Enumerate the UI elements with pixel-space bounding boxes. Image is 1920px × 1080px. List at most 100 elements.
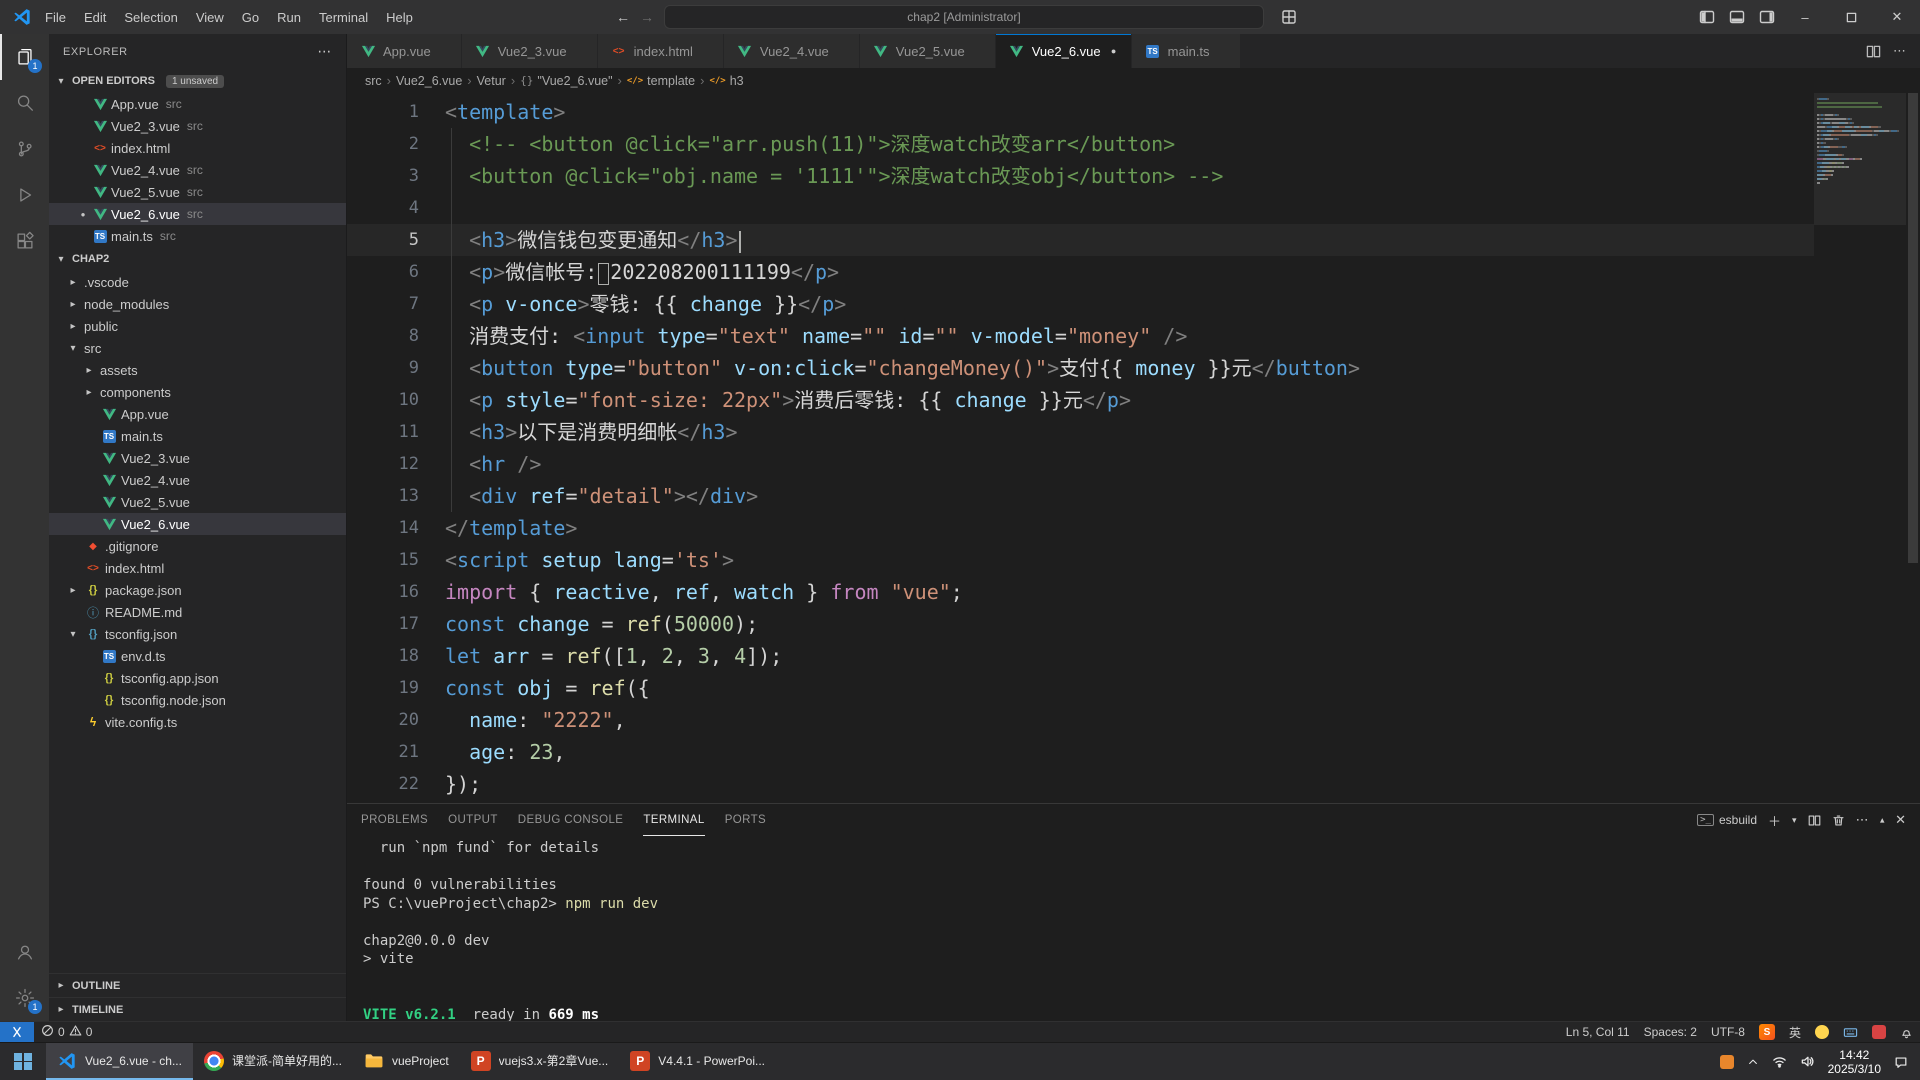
- terminal-profile[interactable]: >_ esbuild: [1697, 813, 1757, 827]
- split-terminal-icon[interactable]: [1808, 814, 1821, 827]
- tree-item-public[interactable]: ▸public: [49, 315, 346, 337]
- indentation-setting[interactable]: Spaces: 2: [1637, 1022, 1704, 1042]
- code-line-4[interactable]: 4: [347, 192, 1814, 224]
- remote-indicator[interactable]: [0, 1022, 34, 1042]
- close-panel-icon[interactable]: ✕: [1895, 812, 1906, 828]
- code-line-20[interactable]: 20 name: "2222",: [347, 704, 1814, 736]
- tab-Vue2_5.vue[interactable]: Vue2_5.vue: [860, 34, 996, 68]
- open-editor-Vue2_6.vue[interactable]: ●Vue2_6.vuesrc: [49, 203, 346, 225]
- tab-Vue2_3.vue[interactable]: Vue2_3.vue: [462, 34, 598, 68]
- search-icon[interactable]: [0, 80, 49, 126]
- toggle-sidebar-icon[interactable]: [1692, 3, 1722, 31]
- code-line-11[interactable]: 11 <h3>以下是消费明细帐</h3>: [347, 416, 1814, 448]
- cursor-position[interactable]: Ln 5, Col 11: [1559, 1022, 1637, 1042]
- open-editor-main.ts[interactable]: TSmain.tssrc: [49, 225, 346, 247]
- explorer-icon[interactable]: 1: [0, 34, 49, 80]
- menu-go[interactable]: Go: [233, 5, 268, 29]
- tree-item-Vue2_3.vue[interactable]: Vue2_3.vue: [49, 447, 346, 469]
- notification-center-icon[interactable]: [1894, 1055, 1908, 1069]
- tray-expand-icon[interactable]: [1747, 1056, 1759, 1068]
- sogou-ime-icon[interactable]: S: [1752, 1022, 1782, 1042]
- toggle-secondary-sidebar-icon[interactable]: [1752, 3, 1782, 31]
- breadcrumb-item[interactable]: </>h3: [709, 74, 743, 88]
- code-line-14[interactable]: 14</template>: [347, 512, 1814, 544]
- start-button[interactable]: [0, 1043, 46, 1080]
- code-line-21[interactable]: 21 age: 23,: [347, 736, 1814, 768]
- tree-item-tsconfig.node.json[interactable]: {}tsconfig.node.json: [49, 689, 346, 711]
- taskbar-item-2[interactable]: 课堂派-简单好用的...: [193, 1043, 353, 1080]
- problems-status[interactable]: 0 0: [34, 1022, 99, 1042]
- code-line-16[interactable]: 16import { reactive, ref, watch } from "…: [347, 576, 1814, 608]
- scrollbar-thumb[interactable]: [1908, 93, 1918, 563]
- open-editor-Vue2_3.vue[interactable]: Vue2_3.vuesrc: [49, 115, 346, 137]
- toggle-panel-icon[interactable]: [1722, 3, 1752, 31]
- code-line-1[interactable]: 1<template>: [347, 96, 1814, 128]
- menu-file[interactable]: File: [36, 5, 75, 29]
- accounts-icon[interactable]: [0, 929, 49, 975]
- tree-item-README.md[interactable]: ⓘREADME.md: [49, 601, 346, 623]
- tree-item-Vue2_4.vue[interactable]: Vue2_4.vue: [49, 469, 346, 491]
- forward-icon[interactable]: →: [640, 9, 654, 25]
- tree-item-node_modules[interactable]: ▸node_modules: [49, 293, 346, 315]
- tree-item-tsconfig.app.json[interactable]: {}tsconfig.app.json: [49, 667, 346, 689]
- code-line-7[interactable]: 7 <p v-once>零钱: {{ change }}</p>: [347, 288, 1814, 320]
- panel-tab-debug-console[interactable]: DEBUG CONSOLE: [518, 804, 624, 836]
- code-line-3[interactable]: 3 <button @click="obj.name = '1111'">深度w…: [347, 160, 1814, 192]
- maximize-panel-icon[interactable]: ▾: [1880, 815, 1885, 826]
- menu-selection[interactable]: Selection: [115, 5, 186, 29]
- notifications-bell-icon[interactable]: [1893, 1022, 1920, 1042]
- tab-App.vue[interactable]: App.vue: [347, 34, 462, 68]
- settings-icon[interactable]: 1: [0, 975, 49, 1021]
- code-line-6[interactable]: 6 <p>微信帐号:202208200111199</p>: [347, 256, 1814, 288]
- code-line-22[interactable]: 22});: [347, 768, 1814, 800]
- tree-item-main.ts[interactable]: TSmain.ts: [49, 425, 346, 447]
- tree-item-components[interactable]: ▸components: [49, 381, 346, 403]
- close-button[interactable]: ✕: [1874, 0, 1920, 34]
- open-editors-header[interactable]: ▾ OPEN EDITORS 1 unsaved: [49, 69, 346, 93]
- panel-more-actions-icon[interactable]: ⋯: [1856, 812, 1869, 828]
- tree-item-src[interactable]: ▾src: [49, 337, 346, 359]
- code-line-15[interactable]: 15<script setup lang='ts'>: [347, 544, 1814, 576]
- tree-item-vite.config.ts[interactable]: ϟvite.config.ts: [49, 711, 346, 733]
- taskbar-item-4[interactable]: Pvuejs3.x-第2章Vue...: [460, 1043, 620, 1080]
- encoding-setting[interactable]: UTF-8: [1704, 1022, 1752, 1042]
- editor-more-actions-icon[interactable]: ⋯: [1893, 43, 1906, 59]
- taskbar-clock[interactable]: 14:42 2025/3/10: [1828, 1048, 1881, 1076]
- code-line-9[interactable]: 9 <button type="button" v-on:click="chan…: [347, 352, 1814, 384]
- tree-item-tsconfig.json[interactable]: ▾{}tsconfig.json: [49, 623, 346, 645]
- run-and-debug-icon[interactable]: [0, 172, 49, 218]
- new-terminal-icon[interactable]: ＋: [1768, 811, 1781, 830]
- open-editor-Vue2_4.vue[interactable]: Vue2_4.vuesrc: [49, 159, 346, 181]
- code-line-2[interactable]: 2 <!-- <button @click="arr.push(11)">深度w…: [347, 128, 1814, 160]
- explorer-more-actions-icon[interactable]: ⋯: [317, 43, 332, 60]
- timeline-section[interactable]: ▸ TIMELINE: [49, 997, 346, 1021]
- customize-layout-icon[interactable]: [1274, 3, 1304, 31]
- tray-app-icon[interactable]: [1720, 1055, 1734, 1069]
- open-editor-Vue2_5.vue[interactable]: Vue2_5.vuesrc: [49, 181, 346, 203]
- emoji-picker-icon[interactable]: [1808, 1022, 1836, 1042]
- code-line-18[interactable]: 18let arr = ref([1, 2, 3, 4]);: [347, 640, 1814, 672]
- open-editor-App.vue[interactable]: App.vuesrc: [49, 93, 346, 115]
- panel-tab-output[interactable]: OUTPUT: [448, 804, 498, 836]
- source-control-icon[interactable]: [0, 126, 49, 172]
- keyboard-icon[interactable]: [1836, 1022, 1865, 1042]
- minimize-button[interactable]: –: [1782, 0, 1828, 34]
- menu-edit[interactable]: Edit: [75, 5, 115, 29]
- taskbar-item-1[interactable]: Vue2_6.vue - ch...: [46, 1043, 193, 1080]
- breadcrumb-item[interactable]: Vetur: [477, 74, 506, 88]
- split-editor-icon[interactable]: [1866, 44, 1881, 59]
- terminal-output[interactable]: run `npm fund` for details found 0 vulne…: [347, 836, 1920, 1021]
- tab-Vue2_6.vue[interactable]: Vue2_6.vue●: [996, 34, 1132, 68]
- breadcrumb-item[interactable]: Vue2_6.vue: [396, 74, 462, 88]
- menu-run[interactable]: Run: [268, 5, 310, 29]
- tab-index.html[interactable]: <>index.html: [598, 34, 724, 68]
- volume-icon[interactable]: [1800, 1054, 1815, 1069]
- panel-tab-ports[interactable]: PORTS: [725, 804, 766, 836]
- extensions-icon[interactable]: [0, 218, 49, 264]
- open-editor-index.html[interactable]: <>index.html: [49, 137, 346, 159]
- menu-help[interactable]: Help: [377, 5, 422, 29]
- tree-item-index.html[interactable]: <>index.html: [49, 557, 346, 579]
- code-line-8[interactable]: 8 消费支付: <input type="text" name="" id=""…: [347, 320, 1814, 352]
- panel-tab-problems[interactable]: PROBLEMS: [361, 804, 428, 836]
- breadcrumb-item[interactable]: src: [365, 74, 382, 88]
